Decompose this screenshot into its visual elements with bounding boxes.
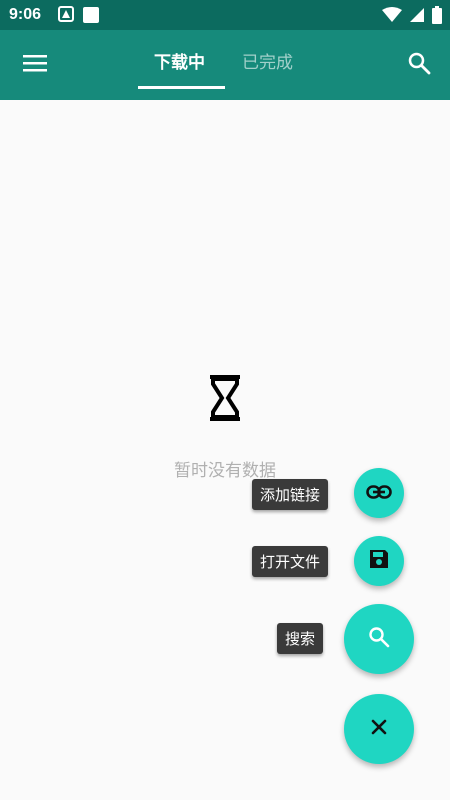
notification-icon [58,6,74,28]
tab-completed[interactable]: 已完成 [242,48,293,73]
app-bar: 下载中 已完成 [0,30,450,100]
tab-indicator [138,86,225,89]
fab-label-search[interactable]: 搜索 [277,623,324,654]
cellular-icon [410,7,424,27]
search-button[interactable] [402,48,436,82]
search-fab-button[interactable] [344,604,414,674]
fab-label-add-link[interactable]: 添加链接 [252,479,329,510]
status-time: 9:06 [9,6,42,23]
tab-downloading[interactable]: 下载中 [154,48,205,73]
close-icon [371,719,387,739]
hourglass-icon [208,374,242,422]
wifi-icon [382,7,402,27]
fab-label-open-file[interactable]: 打开文件 [252,546,329,577]
save-icon [368,548,390,574]
search-icon [407,51,431,79]
add-link-button[interactable] [354,468,404,518]
open-file-button[interactable] [354,536,404,586]
square-icon [82,6,100,28]
close-fab-button[interactable] [344,694,414,764]
menu-icon [23,53,47,77]
status-bar: 9:06 [0,0,450,30]
menu-button[interactable] [18,50,52,80]
search-icon [368,626,390,652]
link-icon [366,484,392,503]
battery-icon [432,6,442,28]
